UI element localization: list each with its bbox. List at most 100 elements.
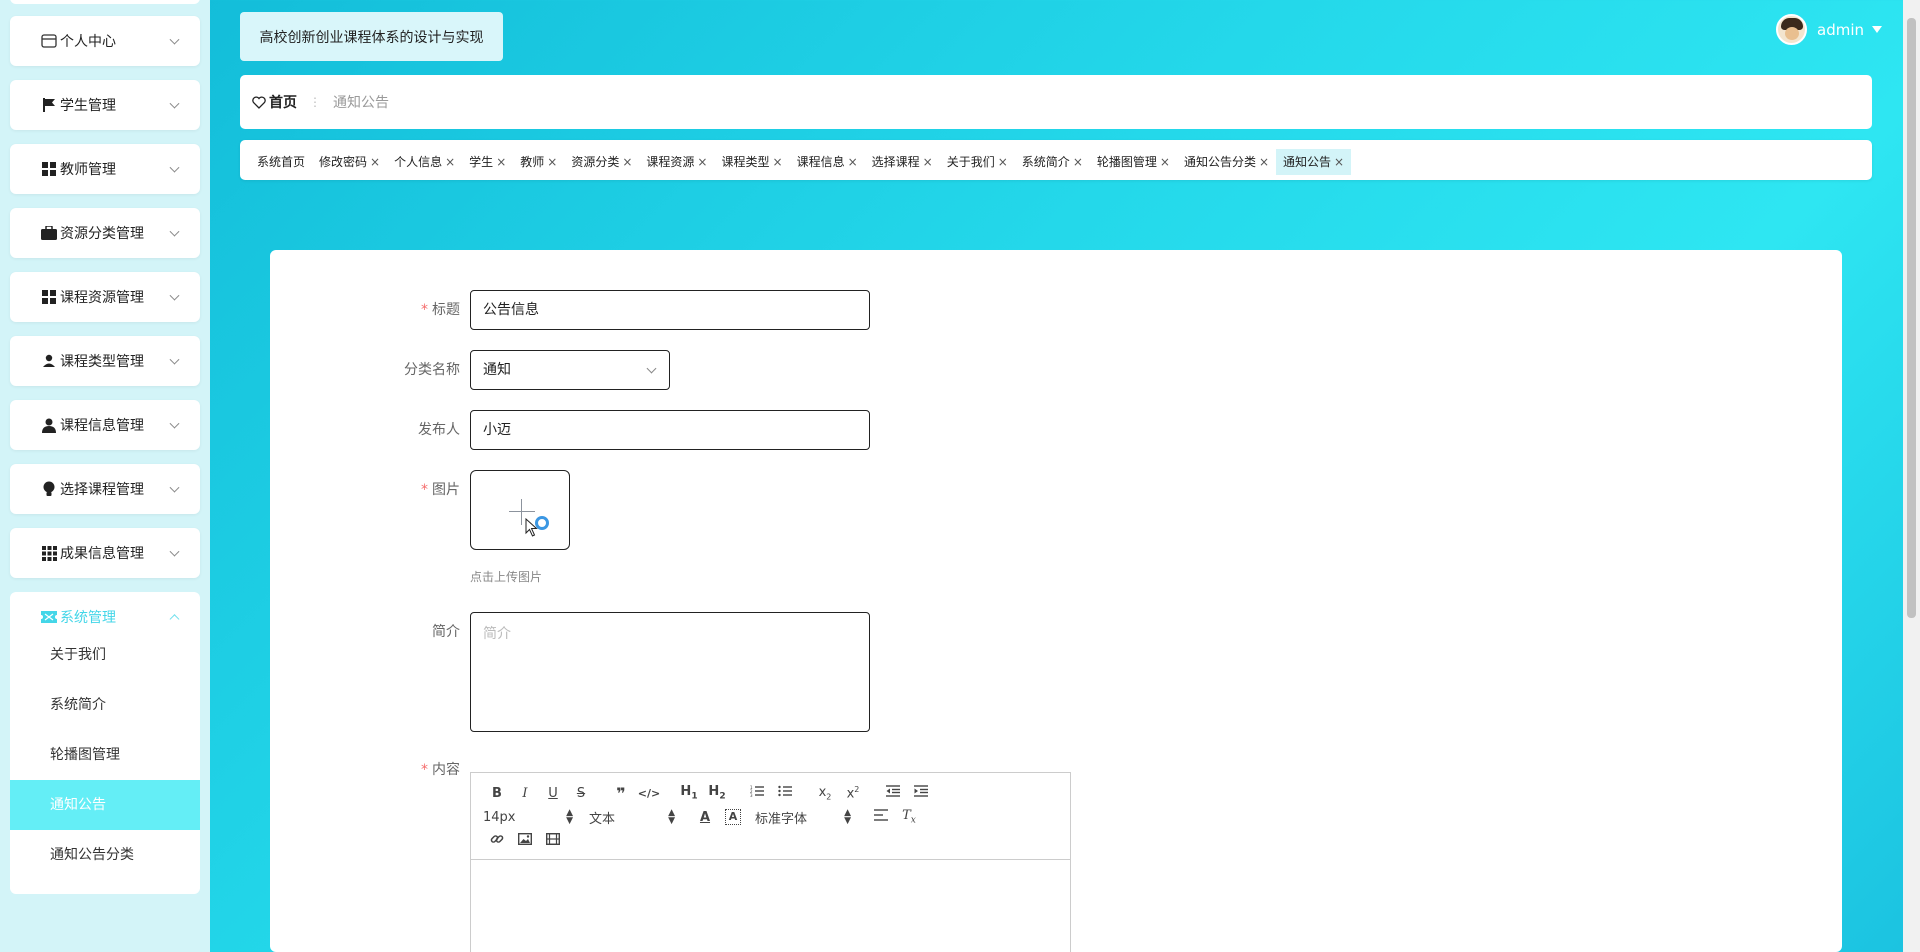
sidebar-item-label: 系统管理 <box>60 610 116 626</box>
sidebar-item-label: 课程类型管理 <box>60 354 144 370</box>
close-icon[interactable]: × <box>445 149 455 175</box>
close-icon[interactable]: × <box>1259 149 1269 175</box>
code-block-icon[interactable]: </> <box>635 787 663 800</box>
align-icon[interactable] <box>867 809 895 825</box>
field-label: * 标题 <box>270 290 470 330</box>
heading-picker[interactable]: 文本 ▲ ▼ <box>589 808 675 827</box>
close-icon[interactable]: × <box>547 149 557 175</box>
username: admin <box>1817 20 1864 39</box>
intro-textarea[interactable]: 简介 <box>470 612 870 732</box>
sidebar-item-achievements[interactable]: 成果信息管理 <box>10 528 200 578</box>
tab-about-us[interactable]: 关于我们 × <box>940 149 1015 175</box>
tab-label: 教师 <box>520 155 545 169</box>
subscript-icon[interactable]: x2 <box>811 785 839 802</box>
submenu-item-system-intro[interactable]: 系统简介 <box>10 680 200 730</box>
tab-personal-info[interactable]: 个人信息 × <box>387 149 462 175</box>
tab-course-selection[interactable]: 选择课程 × <box>865 149 940 175</box>
breadcrumb: 首页 ⋮ 通知公告 <box>240 75 1872 129</box>
bold-icon[interactable]: B <box>483 786 511 801</box>
toolbar-row: 14px ▲ ▼ 文本 ▲ ▼ A A 标准字体 ▲ ▼ Tx <box>483 805 1058 829</box>
sidebar-item-students[interactable]: 学生管理 <box>10 80 200 130</box>
italic-icon[interactable]: I <box>511 786 539 801</box>
system-submenu: 关于我们 系统简介 轮播图管理 通知公告 通知公告分类 <box>10 630 200 894</box>
scrollbar-thumb[interactable] <box>1907 18 1916 618</box>
breadcrumb-home[interactable]: 首页 <box>252 92 297 112</box>
sidebar-item-resource-category[interactable]: 资源分类管理 <box>10 208 200 258</box>
strikethrough-icon[interactable]: S <box>567 786 595 801</box>
close-icon[interactable]: × <box>773 149 783 175</box>
indent-icon[interactable] <box>907 785 935 801</box>
tab-system-intro[interactable]: 系统简介 × <box>1015 149 1090 175</box>
tab-notices[interactable]: 通知公告 × <box>1276 149 1352 175</box>
clear-format-icon[interactable]: Tx <box>895 808 923 826</box>
updown-icon: ▲ ▼ <box>844 808 851 826</box>
sidebar-item-label: 学生管理 <box>60 98 116 114</box>
scrollbar-track[interactable] <box>1903 0 1920 952</box>
loading-indicator-icon <box>535 516 549 530</box>
tab-course-types[interactable]: 课程类型 × <box>714 149 789 175</box>
close-icon[interactable]: × <box>848 149 858 175</box>
submenu-item-about-us[interactable]: 关于我们 <box>10 630 200 680</box>
tab-carousel[interactable]: 轮播图管理 × <box>1090 149 1177 175</box>
tab-system-home[interactable]: 系统首页 <box>250 149 312 175</box>
font-family-picker[interactable]: 标准字体 ▲ ▼ <box>755 808 851 827</box>
close-icon[interactable]: × <box>1160 149 1170 175</box>
heading2-icon[interactable]: H2 <box>703 784 731 802</box>
outdent-icon[interactable] <box>879 785 907 801</box>
toolbar-row <box>483 829 1058 853</box>
superscript-icon[interactable]: x2 <box>839 785 867 801</box>
font-size-picker[interactable]: 14px ▲ ▼ <box>483 809 573 826</box>
font-color-icon[interactable]: A <box>691 810 719 825</box>
sidebar-item-course-info[interactable]: 课程信息管理 <box>10 400 200 450</box>
image-icon[interactable] <box>511 832 539 849</box>
blockquote-icon[interactable]: ❞ <box>607 784 635 803</box>
tab-label: 轮播图管理 <box>1096 155 1157 169</box>
sidebar-item-label: 资源分类管理 <box>60 226 144 242</box>
sidebar-item-course-types[interactable]: 课程类型管理 <box>10 336 200 386</box>
sidebar-item-personal-center[interactable]: 个人中心 <box>10 16 200 66</box>
form-row-publisher: 发布人 小迈 <box>270 410 870 450</box>
breadcrumb-current: 通知公告 <box>333 95 389 111</box>
user-menu[interactable]: admin <box>1776 14 1882 45</box>
tab-course-info[interactable]: 课程信息 × <box>790 149 865 175</box>
tab-resource-category[interactable]: 资源分类 × <box>564 149 639 175</box>
submenu-item-notices[interactable]: 通知公告 <box>10 780 200 830</box>
background-color-icon[interactable]: A <box>725 809 741 825</box>
rich-text-editor: B I U S ❞ </> H1 H2 123 x2 x2 14px ▲ ▼ 文… <box>470 772 1071 952</box>
video-icon[interactable] <box>539 832 567 849</box>
font-size-value: 14px <box>483 809 516 825</box>
ordered-list-icon[interactable]: 123 <box>743 785 771 801</box>
close-icon[interactable]: × <box>1073 149 1083 175</box>
image-upload[interactable] <box>470 470 570 550</box>
tab-label: 学生 <box>469 155 494 169</box>
toolbar-row: B I U S ❞ </> H1 H2 123 x2 x2 <box>483 781 1058 805</box>
tab-teachers[interactable]: 教师 × <box>513 149 564 175</box>
sidebar-item-course-selection[interactable]: 选择课程管理 <box>10 464 200 514</box>
tab-course-resources[interactable]: 课程资源 × <box>639 149 714 175</box>
submenu-item-carousel[interactable]: 轮播图管理 <box>10 730 200 780</box>
sidebar-item-teachers[interactable]: 教师管理 <box>10 144 200 194</box>
sidebar-item-course-resources[interactable]: 课程资源管理 <box>10 272 200 322</box>
field-label: * 内容 <box>270 750 470 790</box>
underline-icon[interactable]: U <box>539 786 567 801</box>
submenu-item-notice-categories[interactable]: 通知公告分类 <box>10 830 200 880</box>
publisher-input[interactable]: 小迈 <box>470 410 870 450</box>
close-icon[interactable]: × <box>496 149 506 175</box>
close-icon[interactable]: × <box>1334 149 1344 175</box>
tab-label: 修改密码 <box>319 155 368 169</box>
editor-content-area[interactable] <box>471 860 1070 952</box>
tab-notice-categories[interactable]: 通知公告分类 × <box>1177 149 1276 175</box>
tab-students[interactable]: 学生 × <box>462 149 513 175</box>
required-mark: * <box>421 302 428 318</box>
close-icon[interactable]: × <box>697 149 707 175</box>
close-icon[interactable]: × <box>370 149 380 175</box>
heading1-icon[interactable]: H1 <box>675 784 703 802</box>
title-input[interactable]: 公告信息 <box>470 290 870 330</box>
bullet-list-icon[interactable] <box>771 785 799 801</box>
close-icon[interactable]: × <box>622 149 632 175</box>
tab-change-password[interactable]: 修改密码 × <box>312 149 387 175</box>
link-icon[interactable] <box>483 832 511 850</box>
close-icon[interactable]: × <box>998 149 1008 175</box>
category-select[interactable]: 通知 <box>470 350 670 390</box>
close-icon[interactable]: × <box>923 149 933 175</box>
